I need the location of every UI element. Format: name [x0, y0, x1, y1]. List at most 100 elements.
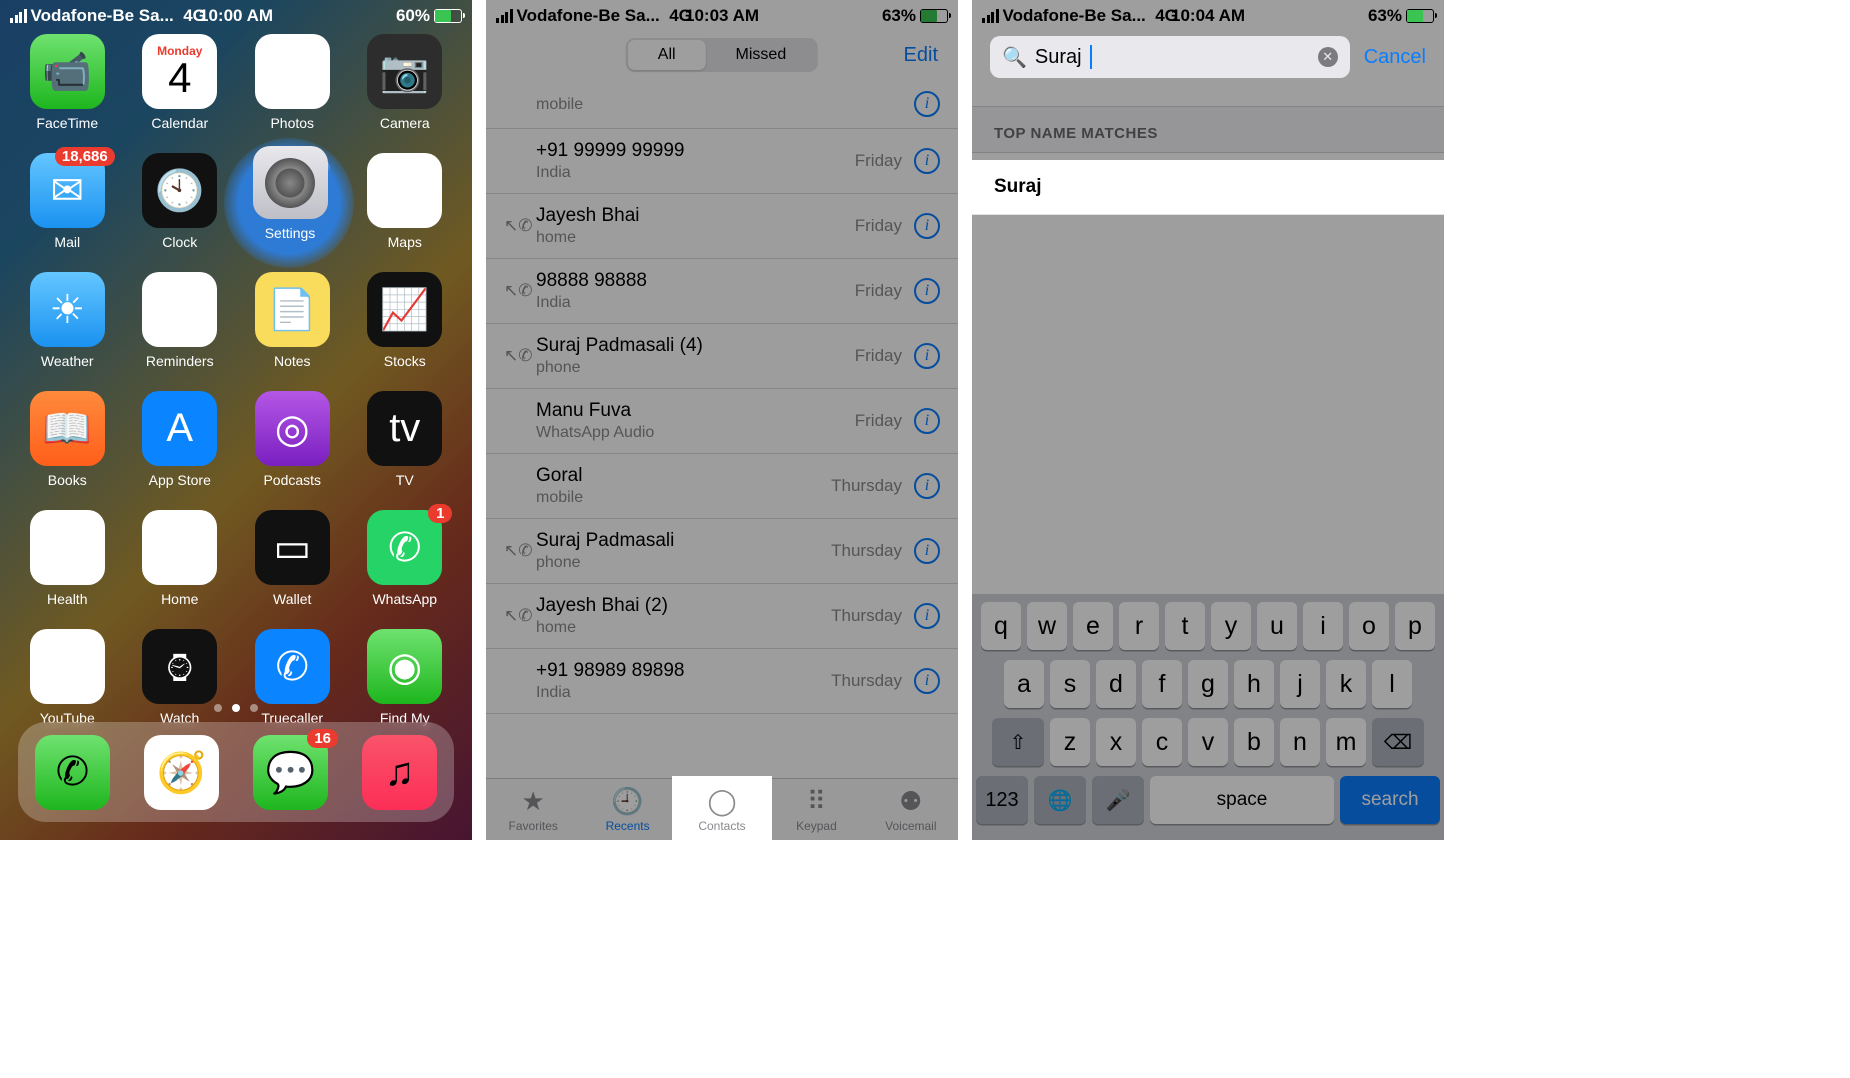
key-n[interactable]: n	[1280, 718, 1320, 766]
dock-messages[interactable]: 💬16	[253, 735, 328, 810]
key-a[interactable]: a	[1004, 660, 1044, 708]
app-home[interactable]: ⌂Home	[135, 510, 226, 607]
search-key[interactable]: search	[1340, 776, 1440, 824]
app-tv[interactable]: tvTV	[360, 391, 451, 488]
tab-favorites[interactable]: ★Favorites	[486, 779, 580, 840]
call-row[interactable]: GoralmobileThursdayi	[486, 454, 958, 519]
app-mail[interactable]: ✉︎18,686Mail	[22, 153, 113, 250]
key-p[interactable]: p	[1395, 602, 1435, 650]
app-reminders[interactable]: ☰Reminders	[135, 272, 226, 369]
segment-all[interactable]: All	[628, 40, 706, 70]
app-settings-highlighted[interactable]: Settings	[252, 146, 328, 241]
segment-control[interactable]: All Missed	[626, 38, 818, 72]
dock-safari[interactable]: 🧭	[144, 735, 219, 810]
key-f[interactable]: f	[1142, 660, 1182, 708]
key-r[interactable]: r	[1119, 602, 1159, 650]
key-z[interactable]: z	[1050, 718, 1090, 766]
key-d[interactable]: d	[1096, 660, 1136, 708]
edit-button[interactable]: Edit	[904, 44, 938, 67]
cancel-button[interactable]: Cancel	[1364, 46, 1426, 69]
key-e[interactable]: e	[1073, 602, 1113, 650]
info-icon[interactable]: i	[914, 343, 940, 369]
call-row[interactable]: ↖︎✆Suraj Padmasali (4)phoneFridayi	[486, 324, 958, 389]
contacts-search-screen: Vodafone-Be Sa... 4G 10:04 AM 63% 🔍 Sura…	[972, 0, 1444, 840]
info-icon[interactable]: i	[914, 603, 940, 629]
key-u[interactable]: u	[1257, 602, 1297, 650]
mic-key[interactable]: 🎤	[1092, 776, 1144, 824]
app-wallet[interactable]: ▭Wallet	[247, 510, 338, 607]
key-w[interactable]: w	[1027, 602, 1067, 650]
tab-recents[interactable]: 🕘Recents	[580, 779, 674, 840]
tab-voicemail[interactable]: ⚉Voicemail	[864, 779, 958, 840]
app-camera[interactable]: 📷Camera	[360, 34, 451, 131]
stocks-icon: 📈	[367, 272, 442, 347]
tab-label: Voicemail	[885, 819, 936, 833]
key-j[interactable]: j	[1280, 660, 1320, 708]
backspace-key[interactable]: ⌫	[1372, 718, 1424, 766]
info-icon[interactable]: i	[914, 408, 940, 434]
app-calendar[interactable]: Monday4Calendar	[135, 34, 226, 131]
key-h[interactable]: h	[1234, 660, 1274, 708]
key-y[interactable]: y	[1211, 602, 1251, 650]
app-clock[interactable]: 🕙Clock	[135, 153, 226, 250]
info-icon[interactable]: i	[914, 278, 940, 304]
key-b[interactable]: b	[1234, 718, 1274, 766]
clock: 10:04 AM	[1171, 6, 1245, 26]
app-maps[interactable]: ➤Maps	[360, 153, 451, 250]
call-row[interactable]: ↖︎✆Jayesh BhaihomeFridayi	[486, 194, 958, 259]
call-row[interactable]: mobilei	[486, 80, 958, 129]
app-label: Settings	[265, 225, 316, 241]
key-x[interactable]: x	[1096, 718, 1136, 766]
globe-key[interactable]: 🌐	[1034, 776, 1086, 824]
tab-contacts[interactable]: ◯Contacts	[675, 779, 769, 840]
key-g[interactable]: g	[1188, 660, 1228, 708]
recents-icon: 🕘	[611, 786, 643, 817]
app-facetime[interactable]: 📹FaceTime	[22, 34, 113, 131]
key-o[interactable]: o	[1349, 602, 1389, 650]
dock-phone[interactable]: ✆	[35, 735, 110, 810]
info-icon[interactable]: i	[914, 538, 940, 564]
app-stocks[interactable]: 📈Stocks	[360, 272, 451, 369]
space-key[interactable]: space	[1150, 776, 1334, 824]
key-q[interactable]: q	[981, 602, 1021, 650]
key-v[interactable]: v	[1188, 718, 1228, 766]
call-row[interactable]: +91 99999 99999IndiaFridayi	[486, 129, 958, 194]
key-l[interactable]: l	[1372, 660, 1412, 708]
tab-keypad[interactable]: ⠿Keypad	[769, 779, 863, 840]
call-row[interactable]: ↖︎✆98888 98888IndiaFridayi	[486, 259, 958, 324]
dock-music[interactable]: ♫	[362, 735, 437, 810]
key-k[interactable]: k	[1326, 660, 1366, 708]
key-c[interactable]: c	[1142, 718, 1182, 766]
segment-missed[interactable]: Missed	[706, 40, 817, 70]
app-notes[interactable]: 📄Notes	[247, 272, 338, 369]
app-app-store[interactable]: AApp Store	[135, 391, 226, 488]
key-i[interactable]: i	[1303, 602, 1343, 650]
app-health[interactable]: ♥︎Health	[22, 510, 113, 607]
key-t[interactable]: t	[1165, 602, 1205, 650]
app-podcasts[interactable]: ◎Podcasts	[247, 391, 338, 488]
signal-icon	[982, 9, 999, 23]
app-books[interactable]: 📖Books	[22, 391, 113, 488]
app-photos[interactable]: ✿Photos	[247, 34, 338, 131]
info-icon[interactable]: i	[914, 473, 940, 499]
info-icon[interactable]: i	[914, 213, 940, 239]
key-m[interactable]: m	[1326, 718, 1366, 766]
shift-key[interactable]: ⇧	[992, 718, 1044, 766]
call-row[interactable]: ↖︎✆Suraj PadmasaliphoneThursdayi	[486, 519, 958, 584]
match-row[interactable]: Suraj	[972, 160, 1444, 215]
info-icon[interactable]: i	[914, 91, 940, 117]
call-row[interactable]: ↖︎✆Jayesh Bhai (2)homeThursdayi	[486, 584, 958, 649]
call-sub: home	[536, 619, 668, 637]
clear-icon[interactable]: ✕	[1318, 47, 1338, 67]
info-icon[interactable]: i	[914, 668, 940, 694]
app-whatsapp[interactable]: ✆1WhatsApp	[360, 510, 451, 607]
recents-list[interactable]: mobilei+91 99999 99999IndiaFridayi↖︎✆Jay…	[486, 80, 958, 778]
numbers-key[interactable]: 123	[976, 776, 1028, 824]
app-weather[interactable]: ☀︎Weather	[22, 272, 113, 369]
search-input[interactable]: 🔍 Suraj ✕	[990, 36, 1350, 78]
page-dots[interactable]	[0, 704, 472, 712]
call-row[interactable]: +91 98989 89898IndiaThursdayi	[486, 649, 958, 714]
info-icon[interactable]: i	[914, 148, 940, 174]
call-row[interactable]: Manu FuvaWhatsApp AudioFridayi	[486, 389, 958, 454]
key-s[interactable]: s	[1050, 660, 1090, 708]
